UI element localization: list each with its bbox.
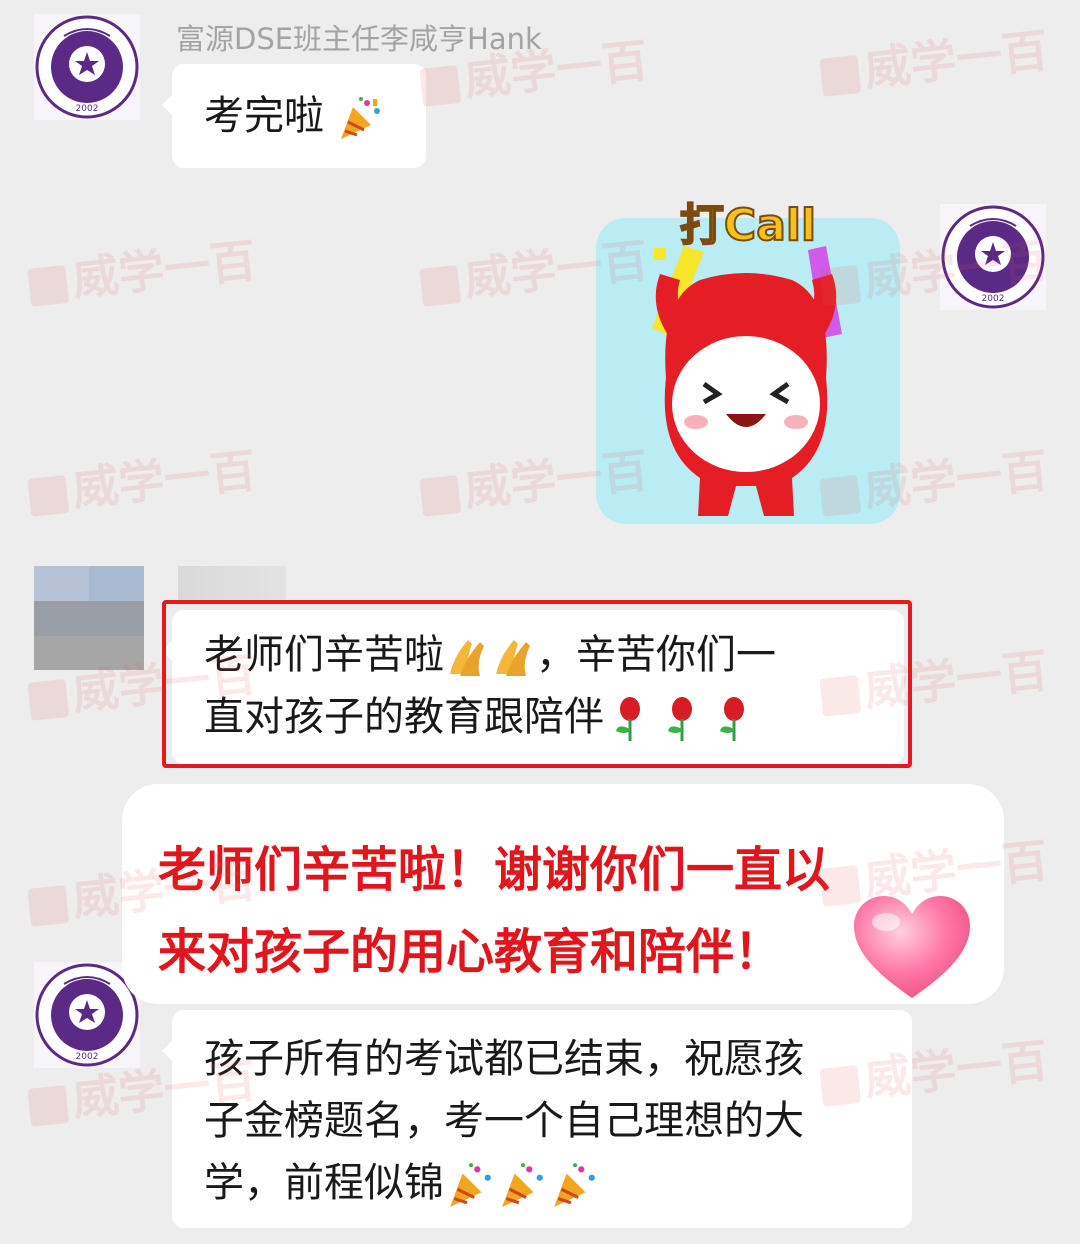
party-popper-icon [450,1163,491,1207]
party-popper-icon [554,1163,595,1207]
svg-text:打Call: 打Call [680,200,816,251]
bubble-tail [162,1040,173,1062]
message-text: 子金榜题名，考一个自己理想的大 [204,1098,804,1144]
caption-line: 老师们辛苦啦！谢谢你们一直以 [158,842,831,898]
caption-overlay: 老师们辛苦啦！谢谢你们一直以 来对孩子的用心教育和陪伴！ [122,784,1004,1004]
avatar-blurred[interactable] [34,566,144,670]
watermark: 威学一百 [817,14,1051,103]
watermark: 威学一百 [25,434,259,523]
sender-name-blurred [178,566,286,600]
message-bubble[interactable]: 考完啦 [162,64,426,168]
avatar-school-logo[interactable]: 2002 [940,204,1046,310]
svg-text:2002: 2002 [76,104,99,114]
svg-text:2002: 2002 [76,1052,99,1062]
message-text: 学，前程似锦 [204,1160,444,1206]
highlight-box [162,600,912,768]
party-popper-icon [340,97,380,139]
avatar-school-logo[interactable]: 2002 [34,14,140,120]
watermark: 威学一百 [25,224,259,313]
bubble-tail [162,94,173,116]
sender-name: 富源DSE班主任李咸亨Hank [176,22,542,56]
message-bubble[interactable]: 孩子所有的考试都已结束，祝愿孩 子金榜题名，考一个自己理想的大 学，前程似锦 [162,1010,912,1228]
heart-icon [854,896,970,998]
sticker-cheer[interactable]: 打Call [596,188,900,524]
caption-line: 来对孩子的用心教育和陪伴！ [158,924,783,980]
svg-text:2002: 2002 [982,294,1005,304]
message-text: 孩子所有的考试都已结束，祝愿孩 [204,1036,804,1082]
message-text: 考完啦 [204,93,324,139]
party-popper-icon [502,1163,543,1207]
